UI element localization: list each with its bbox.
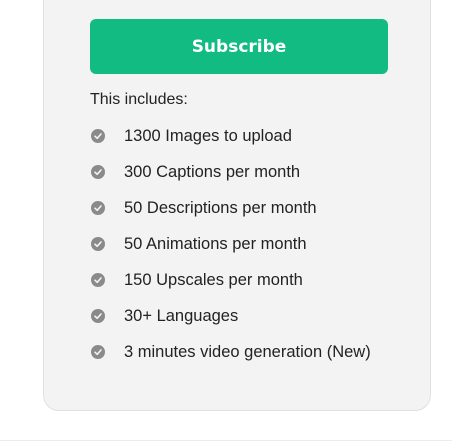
check-circle-icon bbox=[91, 273, 105, 287]
feature-list: 1300 Images to upload 300 Captions per m… bbox=[91, 118, 371, 370]
feature-text: 3 minutes video generation (New) bbox=[124, 342, 371, 361]
list-item: 50 Animations per month bbox=[91, 226, 371, 262]
feature-text: 50 Animations per month bbox=[124, 234, 307, 253]
page: Subscribe This includes: 1300 Images to … bbox=[0, 0, 452, 443]
subscribe-button[interactable]: Subscribe bbox=[90, 19, 388, 74]
list-item: 30+ Languages bbox=[91, 298, 371, 334]
list-item: 50 Descriptions per month bbox=[91, 190, 371, 226]
feature-text: 30+ Languages bbox=[124, 306, 239, 325]
feature-text: 1300 Images to upload bbox=[124, 126, 292, 145]
check-circle-icon bbox=[91, 129, 105, 143]
list-item: 150 Upscales per month bbox=[91, 262, 371, 298]
check-circle-icon bbox=[91, 237, 105, 251]
pricing-card: Subscribe This includes: 1300 Images to … bbox=[43, 0, 431, 411]
check-circle-icon bbox=[91, 309, 105, 323]
check-circle-icon bbox=[91, 345, 105, 359]
list-item: 1300 Images to upload bbox=[91, 118, 371, 154]
feature-text: 150 Upscales per month bbox=[124, 270, 303, 289]
list-item: 3 minutes video generation (New) bbox=[91, 334, 371, 370]
list-item: 300 Captions per month bbox=[91, 154, 371, 190]
feature-text: 50 Descriptions per month bbox=[124, 198, 317, 217]
check-circle-icon bbox=[91, 201, 105, 215]
divider bbox=[0, 440, 452, 441]
includes-label: This includes: bbox=[90, 91, 188, 108]
feature-text: 300 Captions per month bbox=[124, 162, 301, 181]
check-circle-icon bbox=[91, 165, 105, 179]
